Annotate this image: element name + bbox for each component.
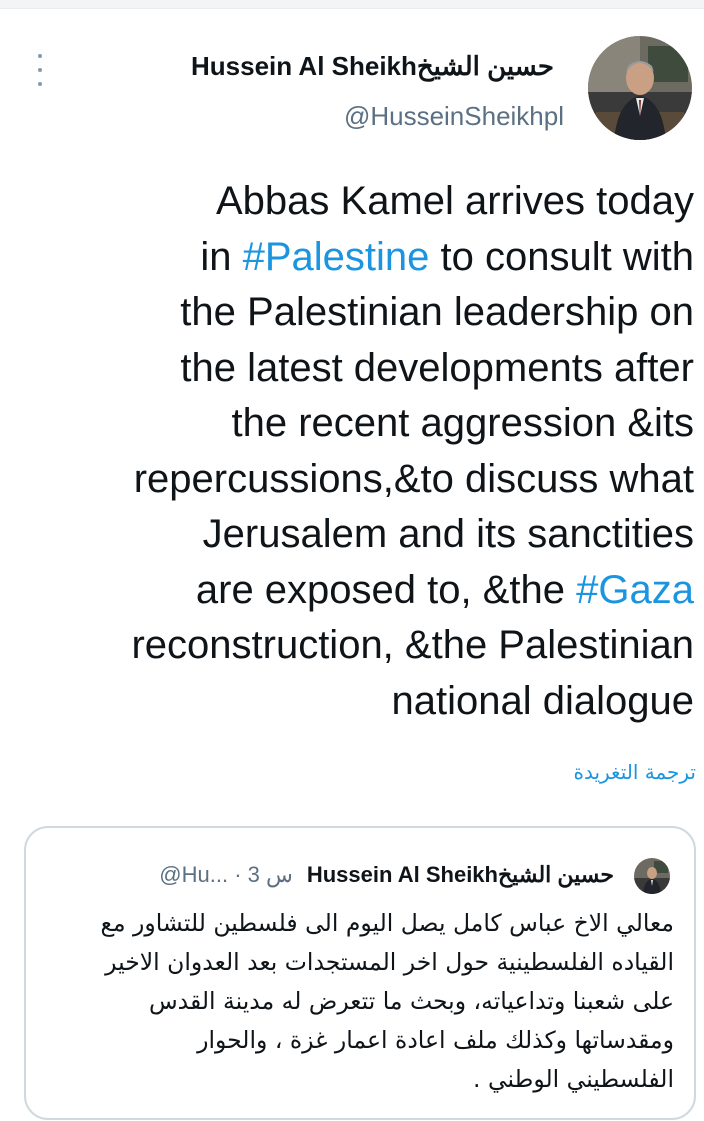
tweet-line: repercussions,&to discuss what — [133, 456, 694, 501]
hashtag-gaza-link[interactable]: #Gaza — [576, 568, 694, 612]
top-divider — [0, 0, 704, 9]
quoted-name-english: Hussein Al Sheikh — [306, 862, 498, 887]
tweet-text: Abbas Kamel arrives today in #Palestine … — [60, 174, 694, 729]
quoted-header: @Hu... · 3 س Hussein Al Sheikhحسين الشيخ — [159, 858, 622, 892]
quoted-name-arabic: حسين الشيخ — [497, 862, 614, 887]
author-name-english: Hussein Al Sheikh — [191, 51, 417, 81]
tweet-line: the Palestinian leadership on — [180, 290, 694, 334]
author-display-name[interactable]: Hussein Al Sheikhحسين الشيخ — [191, 48, 564, 84]
author-handle[interactable]: @HusseinSheikhpl — [344, 96, 564, 136]
quoted-line: على شعبنا وتداعياته، وبحث ما تتعرض له مد… — [148, 987, 674, 1015]
quoted-line: معالي الاخ عباس كامل يصل اليوم الى فلسطي… — [100, 909, 674, 937]
quoted-time[interactable]: 3 س — [248, 862, 293, 887]
quoted-line: الفلسطيني الوطني . — [473, 1065, 674, 1093]
quoted-tweet-text: معالي الاخ عباس كامل يصل اليوم الى فلسطي… — [36, 904, 674, 1099]
quoted-line: القياده الفلسطينية حول اخر المستجدات بعد… — [105, 948, 674, 976]
quoted-display-name[interactable]: Hussein Al Sheikhحسين الشيخ — [307, 862, 622, 887]
author-name-arabic: حسين الشيخ — [416, 51, 554, 81]
tweet-line: reconstruction, &the Palestinian — [131, 623, 694, 667]
quoted-tweet-card[interactable]: @Hu... · 3 س Hussein Al Sheikhحسين الشيخ … — [24, 826, 696, 1120]
tweet-line: are exposed to, &the #Gaza — [195, 567, 694, 612]
avatar[interactable] — [588, 36, 692, 140]
tweet-line: in #Palestine to consult with — [200, 234, 694, 279]
tweet-line: national dialogue — [391, 678, 694, 723]
tweet-line: the recent aggression &its — [231, 401, 694, 445]
more-options-button[interactable] — [26, 50, 54, 90]
quoted-line: ومقدساتها وكذلك ملف اعادة اعمار غزة ، وا… — [197, 1026, 674, 1054]
more-vertical-icon — [38, 54, 42, 58]
translate-tweet-link[interactable]: ترجمة التغريدة — [573, 757, 696, 787]
hashtag-palestine-link[interactable]: #Palestine — [243, 235, 430, 279]
tweet-line: Jerusalem and its sanctities — [202, 512, 694, 556]
tweet-line: Abbas Kamel arrives today — [215, 179, 694, 223]
quoted-handle[interactable]: @Hu... — [159, 862, 228, 887]
quoted-avatar-image — [634, 858, 670, 894]
avatar-image — [588, 36, 692, 140]
quoted-handle-time: @Hu... · 3 س — [159, 862, 293, 887]
tweet-line: the latest developments after — [180, 345, 694, 390]
quoted-avatar — [634, 858, 670, 894]
